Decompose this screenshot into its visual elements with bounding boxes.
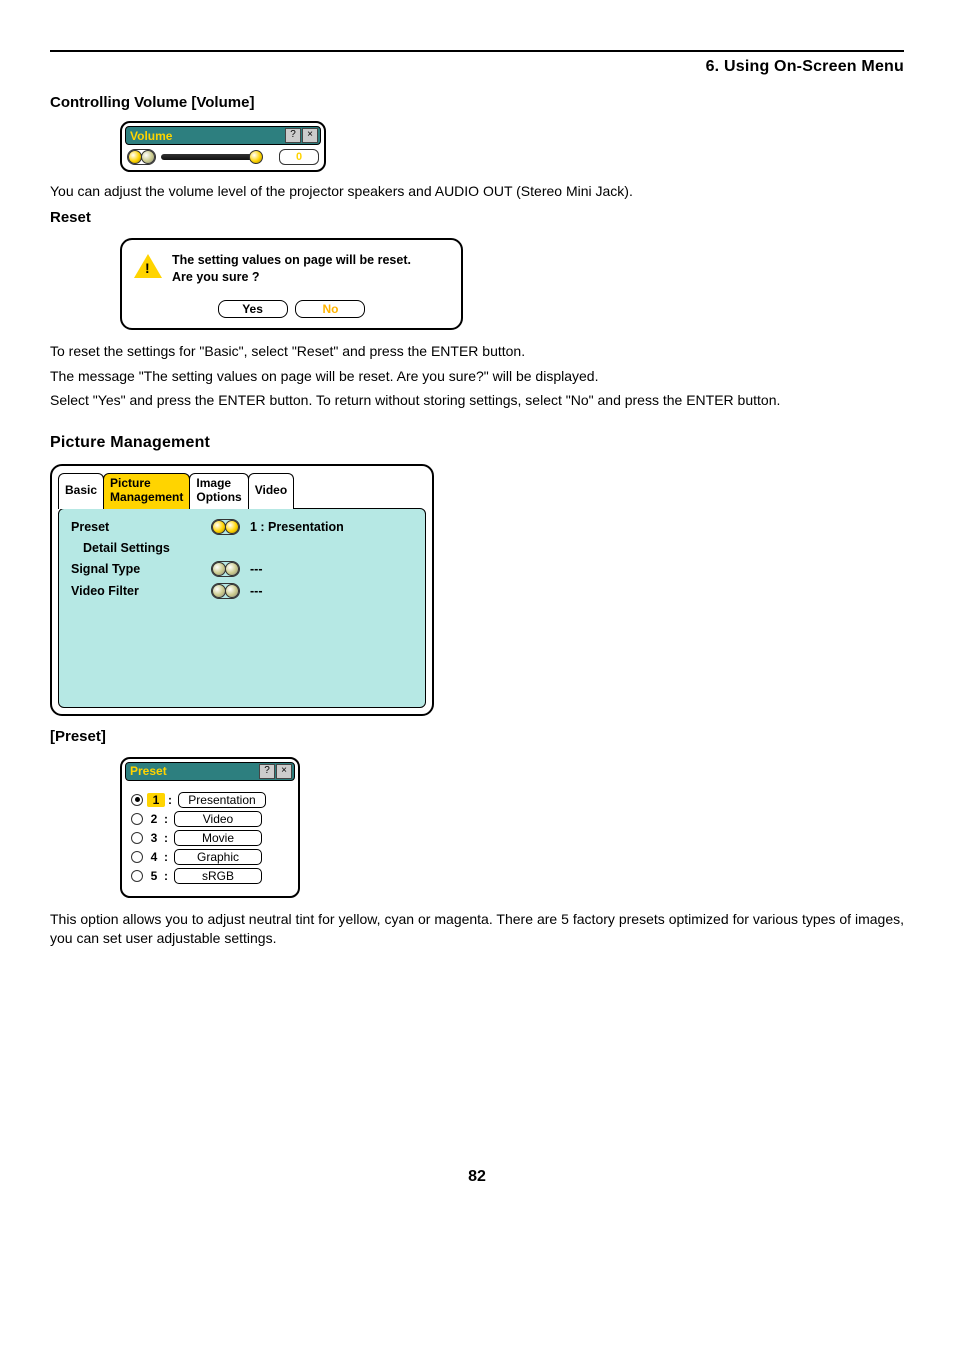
volume-slider-knob[interactable] bbox=[249, 150, 263, 164]
arrow-right-icon[interactable] bbox=[225, 520, 239, 534]
reset-body1: To reset the settings for "Basic", selec… bbox=[50, 342, 904, 361]
pm-row-preset[interactable]: Preset 1 : Presentation bbox=[71, 519, 413, 535]
pm-preset-value: 1 : Presentation bbox=[250, 520, 344, 534]
radio-icon[interactable] bbox=[131, 813, 143, 825]
pm-filter-value: --- bbox=[250, 584, 263, 598]
preset-number: 2 bbox=[147, 812, 161, 826]
preset-option[interactable]: 1: Presentation bbox=[131, 792, 289, 808]
reset-line2: Are you sure ? bbox=[172, 270, 260, 284]
arrow-right-icon[interactable] bbox=[141, 150, 155, 164]
volume-desc: You can adjust the volume level of the p… bbox=[50, 182, 904, 201]
reset-line1: The setting values on page will be reset… bbox=[172, 253, 411, 267]
tab-video[interactable]: Video bbox=[248, 473, 294, 509]
pm-tabs: Basic Picture Management Image Options V… bbox=[58, 472, 426, 508]
page-number: 82 bbox=[50, 1168, 904, 1186]
tab-picture-management[interactable]: Picture Management bbox=[103, 473, 190, 509]
tab-image-options[interactable]: Image Options bbox=[189, 473, 248, 509]
help-icon[interactable]: ? bbox=[259, 764, 275, 779]
preset-value[interactable]: sRGB bbox=[174, 868, 262, 884]
volume-title: Volume bbox=[128, 129, 284, 143]
reset-dialog: The setting values on page will be reset… bbox=[120, 238, 463, 330]
preset-number: 3 bbox=[147, 831, 161, 845]
heading-picture-management: Picture Management bbox=[50, 434, 904, 452]
tab-io-line1: Image bbox=[196, 476, 231, 490]
preset-number: 4 bbox=[147, 850, 161, 864]
heading-volume: Controlling Volume [Volume] bbox=[50, 94, 904, 111]
pm-row-signal[interactable]: Signal Type --- bbox=[71, 561, 413, 577]
preset-option[interactable]: 3: Movie bbox=[131, 830, 289, 846]
pm-signal-label: Signal Type bbox=[71, 562, 211, 576]
arrow-left-icon[interactable] bbox=[128, 150, 142, 164]
colon: : bbox=[164, 831, 168, 845]
tab-pm-line2: Management bbox=[110, 491, 183, 505]
preset-desc: This option allows you to adjust neutral… bbox=[50, 910, 904, 948]
reset-body2: The message "The setting values on page … bbox=[50, 367, 904, 386]
pm-panel: Basic Picture Management Image Options V… bbox=[50, 464, 434, 716]
colon: : bbox=[164, 869, 168, 883]
help-icon[interactable]: ? bbox=[285, 128, 301, 143]
preset-body: 1:Presentation2:Video3:Movie4:Graphic5:s… bbox=[125, 785, 295, 893]
preset-value[interactable]: Video bbox=[174, 811, 262, 827]
warning-icon bbox=[134, 254, 162, 278]
pm-row-detail[interactable]: Detail Settings bbox=[71, 541, 413, 555]
radio-icon[interactable] bbox=[131, 870, 143, 882]
preset-option[interactable]: 5: sRGB bbox=[131, 868, 289, 884]
preset-option[interactable]: 4: Graphic bbox=[131, 849, 289, 865]
volume-titlebar: Volume ? × bbox=[125, 126, 321, 145]
volume-left-right[interactable] bbox=[127, 149, 156, 165]
tab-pm-line1: Picture bbox=[110, 476, 151, 490]
yes-button[interactable]: Yes bbox=[218, 300, 288, 318]
colon: : bbox=[168, 793, 172, 807]
volume-widget: Volume ? × 0 bbox=[120, 121, 326, 172]
pm-row-filter[interactable]: Video Filter --- bbox=[71, 583, 413, 599]
volume-body: 0 bbox=[125, 149, 321, 167]
radio-icon[interactable] bbox=[131, 851, 143, 863]
volume-value: 0 bbox=[279, 149, 319, 165]
tab-basic[interactable]: Basic bbox=[58, 473, 104, 509]
reset-dialog-text: The setting values on page will be reset… bbox=[172, 252, 411, 286]
preset-number: 5 bbox=[147, 869, 161, 883]
chapter-title: 6. Using On-Screen Menu bbox=[50, 58, 904, 76]
pm-filter-label: Video Filter bbox=[71, 584, 211, 598]
preset-title: Preset bbox=[128, 764, 258, 778]
arrow-right-icon[interactable] bbox=[225, 562, 239, 576]
preset-number: 1 bbox=[147, 793, 165, 807]
arrow-left-icon[interactable] bbox=[212, 562, 226, 576]
radio-icon[interactable] bbox=[131, 832, 143, 844]
no-button[interactable]: No bbox=[295, 300, 365, 318]
close-icon[interactable]: × bbox=[276, 764, 292, 779]
tab-io-line2: Options bbox=[196, 491, 241, 505]
preset-value[interactable]: Movie bbox=[174, 830, 262, 846]
reset-body3: Select "Yes" and press the ENTER button.… bbox=[50, 391, 904, 410]
pm-preset-arrows[interactable] bbox=[211, 519, 240, 535]
pm-detail-label: Detail Settings bbox=[83, 541, 223, 555]
pm-filter-arrows[interactable] bbox=[211, 583, 240, 599]
preset-titlebar: Preset ? × bbox=[125, 762, 295, 781]
pm-body: Preset 1 : Presentation Detail Settings … bbox=[58, 508, 426, 708]
arrow-left-icon[interactable] bbox=[212, 584, 226, 598]
preset-option[interactable]: 2: Video bbox=[131, 811, 289, 827]
colon: : bbox=[164, 850, 168, 864]
top-rule bbox=[50, 50, 904, 52]
close-icon[interactable]: × bbox=[302, 128, 318, 143]
preset-value[interactable]: Presentation bbox=[178, 792, 266, 808]
pm-preset-label: Preset bbox=[71, 520, 211, 534]
colon: : bbox=[164, 812, 168, 826]
arrow-right-icon[interactable] bbox=[225, 584, 239, 598]
pm-signal-value: --- bbox=[250, 562, 263, 576]
heading-reset: Reset bbox=[50, 209, 904, 226]
preset-value[interactable]: Graphic bbox=[174, 849, 262, 865]
radio-icon[interactable] bbox=[131, 794, 143, 806]
heading-preset: [Preset] bbox=[50, 728, 904, 745]
volume-slider-track[interactable] bbox=[161, 154, 258, 160]
arrow-left-icon[interactable] bbox=[212, 520, 226, 534]
pm-signal-arrows[interactable] bbox=[211, 561, 240, 577]
preset-dialog: Preset ? × 1:Presentation2:Video3:Movie4… bbox=[120, 757, 300, 898]
